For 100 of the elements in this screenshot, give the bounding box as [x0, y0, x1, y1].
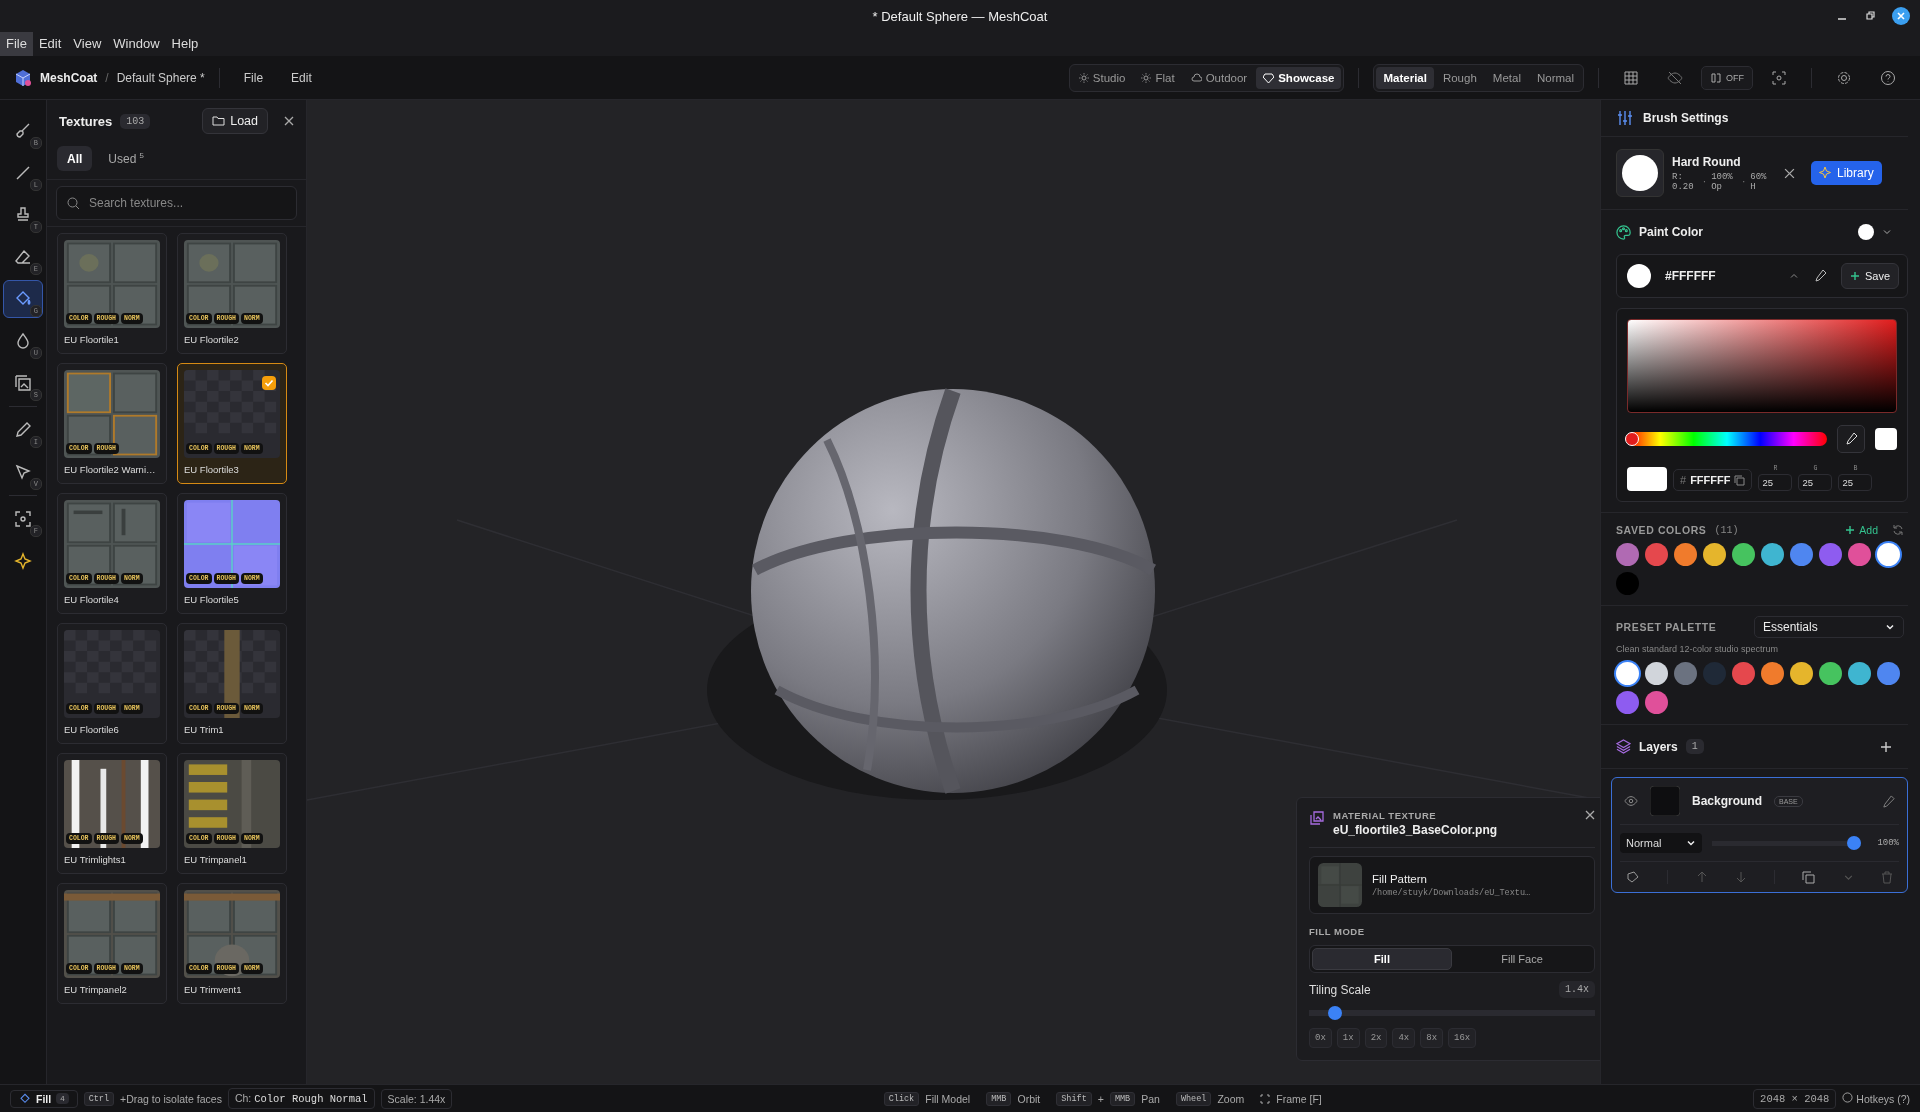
chevron-down-icon — [1885, 622, 1895, 632]
hex-input[interactable]: # FFFFFF — [1673, 469, 1753, 491]
color-dot[interactable] — [1703, 662, 1726, 685]
color-dot[interactable] — [1616, 572, 1639, 595]
layer-name: Background — [1692, 794, 1762, 808]
drop-icon — [14, 332, 32, 350]
opacity-value: 100% — [1877, 838, 1899, 848]
color-dot[interactable] — [1616, 662, 1639, 685]
color-dot[interactable] — [1674, 543, 1697, 566]
color-dot[interactable] — [1645, 662, 1668, 685]
copy-icon[interactable] — [1734, 474, 1746, 486]
color-dot[interactable] — [1616, 691, 1639, 714]
control-hint: Pan — [1141, 1092, 1160, 1105]
menu-item[interactable]: View — [67, 32, 108, 56]
eye-icon[interactable] — [1624, 794, 1638, 808]
color-dot[interactable] — [1848, 662, 1871, 685]
hotkeys-link[interactable]: Hotkeys (?) — [1842, 1092, 1910, 1105]
channel-button[interactable]: Normal — [1529, 66, 1581, 89]
sparkle-icon — [1819, 166, 1833, 180]
color-dot[interactable] — [1761, 662, 1784, 685]
lighting-button[interactable]: Studio — [1071, 66, 1133, 89]
settings-icon[interactable] — [1836, 69, 1852, 86]
close-icon[interactable] — [284, 116, 294, 126]
search-field[interactable]: Search textures... — [56, 186, 297, 220]
color-dot[interactable] — [1761, 543, 1784, 566]
refresh-icon[interactable] — [1892, 524, 1904, 536]
eyedropper-button[interactable] — [1837, 425, 1865, 453]
color-dot[interactable] — [1877, 662, 1900, 685]
color-dot[interactable] — [1645, 691, 1668, 714]
menu-item[interactable]: File — [0, 32, 33, 56]
color-count: (11) — [1714, 524, 1739, 536]
color-dot[interactable] — [1703, 543, 1726, 566]
library-button[interactable]: Library — [1811, 161, 1882, 185]
hue-slider[interactable] — [1627, 432, 1827, 446]
color-dot[interactable] — [1819, 543, 1842, 566]
eyedropper-icon — [14, 421, 32, 439]
color-dot[interactable] — [1848, 543, 1871, 566]
texture-name: EU Floortile2 Warni… — [64, 464, 157, 477]
texture-name: EU Trim1 — [184, 724, 225, 737]
eyedropper-icon[interactable] — [1812, 269, 1827, 283]
eye-off-icon[interactable] — [1667, 69, 1683, 86]
menu-item[interactable]: Window — [107, 32, 166, 56]
color-preview — [1627, 467, 1667, 491]
filter-tab[interactable]: Used $^{5}$ — [98, 146, 155, 171]
hue-thumb[interactable] — [1625, 432, 1639, 446]
mask-icon[interactable] — [1626, 870, 1640, 884]
folder-icon — [212, 115, 226, 127]
add-icon[interactable] — [1880, 740, 1892, 753]
channel-button[interactable]: Rough — [1435, 66, 1484, 89]
close-icon[interactable] — [1784, 167, 1795, 179]
palette-select[interactable]: Essentials — [1754, 616, 1904, 638]
help-icon[interactable] — [1880, 69, 1896, 86]
palette-description: Clean standard 12-color studio spectrum — [1615, 644, 1780, 656]
control-hint: Fill Model — [925, 1092, 971, 1105]
focus-icon[interactable] — [1771, 69, 1787, 86]
key-hint: Click — [883, 1091, 920, 1106]
split-view-icon — [1710, 71, 1722, 84]
texture-name: EU Floortile2 — [184, 334, 240, 347]
control-hint: Zoom — [1217, 1092, 1245, 1105]
color-dot[interactable] — [1674, 662, 1697, 685]
color-dot[interactable] — [1877, 543, 1900, 566]
color-dot[interactable] — [1790, 543, 1813, 566]
channel-button[interactable]: Metal — [1485, 66, 1528, 89]
toolbar-menu-item[interactable]: Edit — [281, 70, 322, 85]
brush-name: Hard Round — [1672, 154, 1742, 169]
saturation-value-field[interactable] — [1627, 319, 1897, 413]
channel-button[interactable]: Material — [1376, 66, 1434, 89]
lighting-button[interactable]: Flat — [1134, 66, 1182, 89]
slider-thumb[interactable] — [1847, 836, 1862, 850]
blend-mode-select[interactable]: Normal — [1620, 833, 1702, 853]
save-button[interactable]: Save — [1840, 263, 1899, 289]
color-dot[interactable] — [1819, 662, 1842, 685]
restore-icon[interactable] — [1864, 10, 1876, 22]
panel-title: Textures — [59, 113, 113, 129]
close-icon[interactable] — [1892, 7, 1910, 25]
add-button[interactable]: Add — [1839, 523, 1884, 537]
menu-item[interactable]: Help — [165, 32, 205, 56]
hex-value: #FFFFFF — [1665, 269, 1716, 283]
duplicate-icon[interactable] — [1802, 870, 1816, 884]
load-button[interactable]: Load — [202, 108, 268, 134]
color-dot[interactable] — [1645, 543, 1668, 566]
channel-input[interactable]: 25 — [1798, 474, 1833, 491]
chevron-down-icon[interactable] — [1882, 227, 1892, 237]
color-dot[interactable] — [1790, 662, 1813, 685]
channel-input[interactable]: 25 — [1838, 474, 1873, 491]
layers-icon — [1616, 739, 1631, 754]
channel-input[interactable]: 25 — [1758, 474, 1793, 491]
menu-item[interactable]: Edit — [32, 32, 68, 56]
color-dot[interactable] — [1732, 662, 1755, 685]
lighting-button[interactable]: Outdoor — [1183, 66, 1255, 89]
toolbar-menu-item[interactable]: File — [233, 70, 274, 85]
wireframe-toggle[interactable]: OFF — [1701, 65, 1753, 90]
paint-bucket-icon — [19, 1092, 31, 1105]
color-dot[interactable] — [1616, 543, 1639, 566]
pencil-icon[interactable] — [1882, 794, 1895, 808]
lighting-button[interactable]: Showcase — [1256, 66, 1342, 89]
grid-icon[interactable] — [1623, 69, 1639, 86]
color-dot[interactable] — [1732, 543, 1755, 566]
key-hint: Wheel — [1175, 1091, 1212, 1106]
filter-tab[interactable]: All — [57, 146, 93, 171]
